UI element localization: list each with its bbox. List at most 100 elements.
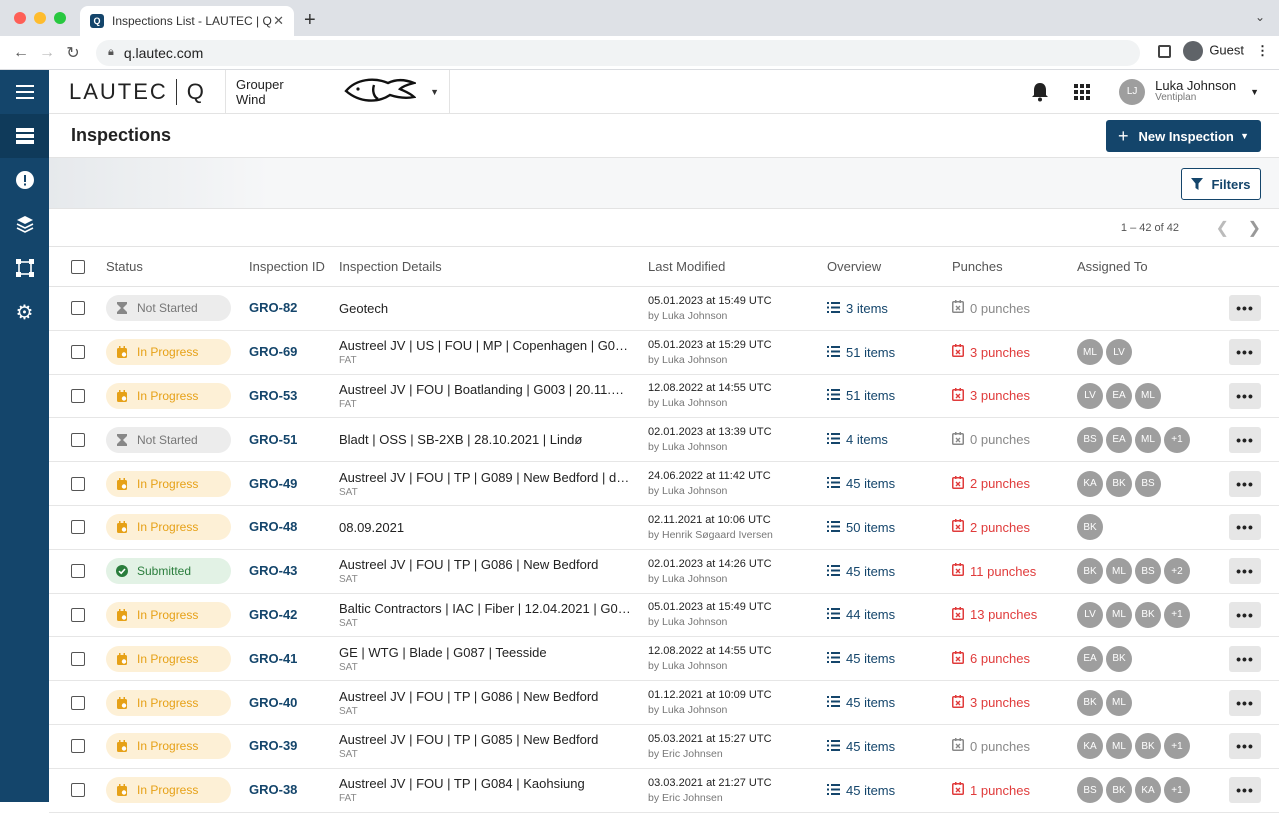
assignee-avatar[interactable]: BK [1077, 689, 1103, 716]
assignee-avatar[interactable]: BK [1106, 645, 1132, 672]
table-row[interactable]: Not Started GRO-51 Bladt | OSS | SB-2XB … [49, 418, 1279, 463]
overview-link[interactable]: 45 items [827, 564, 952, 579]
overview-link[interactable]: 50 items [827, 520, 952, 535]
punches-link[interactable]: 0 punches [952, 738, 1077, 754]
overview-link[interactable]: 51 items [827, 345, 952, 360]
assignee-avatar[interactable]: ML [1135, 426, 1161, 453]
more-actions-button[interactable]: ••• [1229, 514, 1261, 541]
inspection-id-link[interactable]: GRO-49 [249, 476, 297, 491]
assignee-avatar[interactable]: ML [1135, 382, 1161, 409]
table-row[interactable]: In Progress GRO-42 Baltic Contractors | … [49, 594, 1279, 638]
close-tab-icon[interactable]: ✕ [273, 13, 284, 29]
assignee-avatar[interactable]: ML [1106, 733, 1132, 760]
more-actions-button[interactable]: ••• [1229, 645, 1261, 672]
url-field[interactable]: 🔒︎ q.lautec.com [96, 39, 1140, 66]
punches-link[interactable]: 6 punches [952, 650, 1077, 667]
inspection-id-link[interactable]: GRO-48 [249, 519, 297, 534]
inspection-id-link[interactable]: GRO-53 [249, 388, 297, 403]
sidebar-item-transform[interactable] [0, 246, 49, 290]
col-id[interactable]: Inspection ID [249, 259, 339, 274]
overview-link[interactable]: 4 items [827, 432, 952, 447]
more-assignees-badge[interactable]: +1 [1164, 777, 1190, 804]
inspection-id-link[interactable]: GRO-39 [249, 738, 297, 753]
table-row[interactable]: In Progress GRO-40 Austreel JV | FOU | T… [49, 681, 1279, 725]
minimize-window-button[interactable] [34, 12, 46, 24]
assignee-avatar[interactable]: BK [1077, 514, 1103, 541]
assignee-avatar[interactable]: ML [1106, 558, 1132, 585]
table-row[interactable]: In Progress GRO-69 Austreel JV | US | FO… [49, 331, 1279, 375]
next-page-icon[interactable]: ❯ [1248, 218, 1261, 238]
col-assigned[interactable]: Assigned To [1077, 259, 1227, 274]
more-assignees-badge[interactable]: +1 [1164, 601, 1190, 628]
overview-link[interactable]: 45 items [827, 695, 952, 710]
reload-icon[interactable]: ↻ [60, 43, 86, 63]
inspection-id-link[interactable]: GRO-82 [249, 300, 297, 315]
row-checkbox[interactable] [70, 607, 85, 622]
inspection-id-link[interactable]: GRO-38 [249, 782, 297, 797]
more-actions-button[interactable]: ••• [1229, 601, 1261, 628]
more-assignees-badge[interactable]: +1 [1164, 426, 1190, 453]
punches-link[interactable]: 0 punches [952, 300, 1077, 316]
assignee-avatar[interactable]: LV [1077, 601, 1103, 628]
table-row[interactable]: Submitted GRO-43 Austreel JV | FOU | TP … [49, 550, 1279, 594]
more-actions-button[interactable]: ••• [1229, 558, 1261, 585]
assignee-avatar[interactable]: KA [1135, 777, 1161, 804]
assignee-avatar[interactable]: KA [1077, 470, 1103, 497]
overview-link[interactable]: 45 items [827, 783, 952, 798]
sidebar-item-alerts[interactable] [0, 158, 49, 202]
menu-icon[interactable] [0, 70, 49, 114]
assignee-avatar[interactable]: BK [1077, 558, 1103, 585]
project-selector[interactable]: Grouper Wind ▼ [226, 69, 450, 114]
back-icon[interactable]: ← [8, 44, 34, 62]
table-row[interactable]: In Progress GRO-53 Austreel JV | FOU | B… [49, 375, 1279, 419]
assignee-avatar[interactable]: EA [1077, 645, 1103, 672]
overview-link[interactable]: 45 items [827, 651, 952, 666]
inspection-id-link[interactable]: GRO-40 [249, 695, 297, 710]
assignee-avatar[interactable]: BS [1077, 426, 1103, 453]
assignee-avatar[interactable]: EA [1106, 426, 1132, 453]
assignee-avatar[interactable]: BS [1135, 558, 1161, 585]
table-row[interactable]: In Progress GRO-48 08.09.2021 02.11.2021… [49, 506, 1279, 550]
assignee-avatar[interactable]: LV [1077, 382, 1103, 409]
notifications-bell-icon[interactable] [1019, 82, 1061, 102]
row-checkbox[interactable] [70, 345, 85, 360]
tab-list-chevron-icon[interactable]: ⌄ [1255, 10, 1265, 24]
table-row[interactable]: In Progress GRO-49 Austreel JV | FOU | T… [49, 462, 1279, 506]
select-all-checkbox[interactable] [70, 259, 85, 274]
row-checkbox[interactable] [70, 432, 85, 447]
assignee-avatar[interactable]: ML [1106, 601, 1132, 628]
forward-icon[interactable]: → [34, 44, 60, 62]
sidebar-toggle-icon[interactable] [1158, 44, 1172, 58]
overview-link[interactable]: 44 items [827, 607, 952, 622]
overview-link[interactable]: 3 items [827, 301, 952, 316]
inspection-id-link[interactable]: GRO-51 [249, 432, 297, 447]
profile-button[interactable]: Guest [1183, 41, 1244, 61]
row-checkbox[interactable] [70, 520, 85, 535]
assignee-avatar[interactable]: BS [1135, 470, 1161, 497]
more-actions-button[interactable]: ••• [1229, 382, 1261, 409]
more-assignees-badge[interactable]: +2 [1164, 558, 1190, 585]
lautec-logo[interactable]: LAUTEC Q [49, 69, 226, 114]
assignee-avatar[interactable]: LV [1106, 339, 1132, 366]
table-row[interactable]: In Progress GRO-39 Austreel JV | FOU | T… [49, 725, 1279, 769]
inspection-id-link[interactable]: GRO-69 [249, 344, 297, 359]
assignee-avatar[interactable]: ML [1106, 689, 1132, 716]
row-checkbox[interactable] [70, 476, 85, 491]
assignee-avatar[interactable]: BK [1106, 777, 1132, 804]
punches-link[interactable]: 0 punches [952, 431, 1077, 448]
assignee-avatar[interactable]: KA [1077, 733, 1103, 760]
table-row[interactable]: In Progress GRO-38 Austreel JV | FOU | T… [49, 769, 1279, 813]
close-window-button[interactable] [14, 12, 26, 24]
punches-link[interactable]: 3 punches [952, 344, 1077, 360]
row-checkbox[interactable] [70, 301, 85, 316]
browser-tab[interactable]: Q Inspections List - LAUTEC | Q ✕ [80, 6, 294, 36]
col-modified[interactable]: Last Modified [648, 259, 827, 274]
inspection-id-link[interactable]: GRO-42 [249, 607, 297, 622]
browser-menu-icon[interactable]: ⋮ [1256, 43, 1269, 59]
sidebar-item-settings[interactable]: ⚙ [0, 290, 49, 334]
overview-link[interactable]: 45 items [827, 739, 952, 754]
more-actions-button[interactable]: ••• [1229, 295, 1261, 322]
filters-button[interactable]: Filters [1181, 168, 1261, 200]
table-row[interactable]: In Progress GRO-41 GE | WTG | Blade | G0… [49, 637, 1279, 682]
more-actions-button[interactable]: ••• [1229, 470, 1261, 497]
